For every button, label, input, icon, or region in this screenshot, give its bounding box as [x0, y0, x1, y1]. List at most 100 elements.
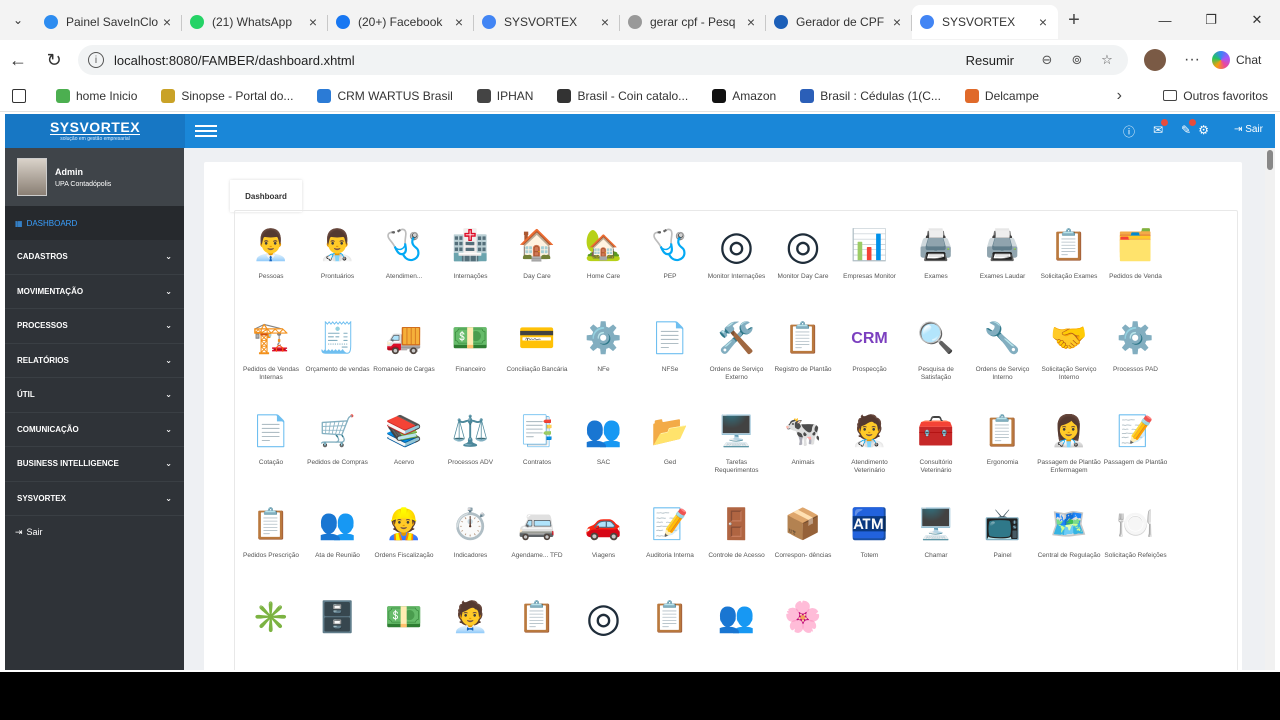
- scroll-thumb[interactable]: [1267, 150, 1273, 170]
- module-tile[interactable]: 📂 Ged: [638, 409, 702, 501]
- bookmark-item[interactable]: IPHAN: [476, 88, 533, 103]
- sidebar-menu-item[interactable]: MOVIMENTAÇÃO ⌄: [5, 275, 184, 309]
- module-tile[interactable]: 🗺️ Central de Regulação: [1037, 502, 1101, 594]
- tab-close-icon[interactable]: ×: [744, 14, 758, 30]
- top-logout-button[interactable]: ⇥ Sair: [1234, 124, 1263, 135]
- sidebar-menu-item[interactable]: ÚTIL ⌄: [5, 378, 184, 413]
- restore-button[interactable]: ❐: [1188, 0, 1234, 40]
- help-icon[interactable]: ⓘ: [1123, 123, 1135, 140]
- bookmark-item[interactable]: Amazon: [712, 88, 776, 103]
- browser-tab[interactable]: Painel SaveInClo ×: [36, 5, 182, 39]
- module-tile[interactable]: ◎: [572, 595, 636, 670]
- module-tile[interactable]: 🖥️ Tarefas Requerimentos: [705, 409, 769, 501]
- favorite-star-icon[interactable]: ☆: [1096, 52, 1118, 68]
- module-tile[interactable]: ◎ Monitor Day Care: [771, 223, 835, 315]
- module-tile[interactable]: 🚗 Viagens: [572, 502, 636, 594]
- module-tile[interactable]: 📋 Solicitação Exames: [1037, 223, 1101, 315]
- resumir-button[interactable]: Resumir: [966, 53, 1014, 68]
- module-tile[interactable]: 🏥 Internações: [439, 223, 503, 315]
- sidebar-menu-item[interactable]: CADASTROS ⌄: [5, 240, 184, 275]
- module-tile[interactable]: 👥 Ata de Reunião: [306, 502, 370, 594]
- copilot-chat-button[interactable]: Chat: [1211, 51, 1261, 69]
- browser-tab[interactable]: gerar cpf - Pesq ×: [620, 5, 766, 39]
- bookmark-item[interactable]: Brasil - Coin catalo...: [557, 88, 688, 103]
- tab-close-icon[interactable]: ×: [890, 14, 904, 30]
- tab-close-icon[interactable]: ×: [598, 14, 612, 30]
- module-tile[interactable]: 🛒 Pedidos de Compras: [306, 409, 370, 501]
- bookmarks-overflow-icon[interactable]: ›: [1117, 87, 1122, 105]
- module-tile[interactable]: 🌸: [771, 595, 835, 670]
- module-tile[interactable]: 📄 Cotação: [239, 409, 303, 501]
- module-tile[interactable]: 📋 Registro de Plantão: [771, 316, 835, 408]
- tab-close-icon[interactable]: ×: [452, 14, 466, 30]
- module-tile[interactable]: 🧑‍💼: [439, 595, 503, 670]
- module-tile[interactable]: 🤝 Solicitação Serviço Interno: [1037, 316, 1101, 408]
- module-tile[interactable]: 🩺 PEP: [638, 223, 702, 315]
- module-tile[interactable]: 📋: [505, 595, 569, 670]
- reload-button[interactable]: ↻: [36, 50, 72, 71]
- module-tile[interactable]: 🧑‍⚕️ Atendimento Veterinário: [838, 409, 902, 501]
- module-tile[interactable]: 👥: [705, 595, 769, 670]
- module-tile[interactable]: 👨‍⚕️ Prontuários: [306, 223, 370, 315]
- logo[interactable]: SYSVORTEX solução em gestão empresarial: [5, 114, 185, 148]
- module-tile[interactable]: 📚 Acervo: [372, 409, 436, 501]
- reader-icon[interactable]: ⊚: [1066, 52, 1088, 68]
- module-tile[interactable]: ⚖️ Processos ADV: [439, 409, 503, 501]
- module-tile[interactable]: ⚙️ NFe: [572, 316, 636, 408]
- module-tile[interactable]: 🏡 Home Care: [572, 223, 636, 315]
- omnibox[interactable]: i localhost:8080/FAMBER/dashboard.xhtml …: [78, 45, 1128, 75]
- module-tile[interactable]: 🚐 Agendame... TFD: [505, 502, 569, 594]
- tab-close-icon[interactable]: ×: [1036, 14, 1050, 30]
- module-tile[interactable]: 🗂️ Pedidos de Venda: [1104, 223, 1168, 315]
- module-tile[interactable]: 🚪 Controle de Acesso: [705, 502, 769, 594]
- sidebar-item-sair[interactable]: ⇥ Sair: [5, 516, 184, 548]
- bookmark-item[interactable]: Brasil : Cédulas (1(C...: [800, 88, 941, 103]
- module-tile[interactable]: 🗄️: [306, 595, 370, 670]
- browser-tab[interactable]: SYSVORTEX ×: [912, 5, 1058, 39]
- sidebar-menu-item[interactable]: RELATÓRIOS ⌄: [5, 344, 184, 378]
- module-tile[interactable]: 👩‍⚕️ Passagem de Plantão Enfermagem: [1037, 409, 1101, 501]
- module-tile[interactable]: 🩺 Atendimen...: [372, 223, 436, 315]
- module-tile[interactable]: 💵: [372, 595, 436, 670]
- module-tile[interactable]: 📋 Pedidos Prescrição: [239, 502, 303, 594]
- browser-tab[interactable]: (21) WhatsApp ×: [182, 5, 328, 39]
- module-tile[interactable]: 🔍 Pesquisa de Satisfação: [904, 316, 968, 408]
- sidebar-item-dashboard[interactable]: ▦ DASHBOARD: [5, 206, 184, 240]
- tab-close-icon[interactable]: ×: [160, 14, 174, 30]
- module-tile[interactable]: ◎ Monitor Internações: [705, 223, 769, 315]
- new-tab-button[interactable]: +: [1058, 9, 1090, 32]
- module-tile[interactable]: 🖨️ Exames Laudar: [971, 223, 1035, 315]
- module-tile[interactable]: 🍽️ Solicitação Refeições: [1104, 502, 1168, 594]
- back-button[interactable]: ←: [0, 50, 36, 71]
- settings-icon[interactable]: ⚙: [1198, 123, 1209, 137]
- module-tile[interactable]: 📝 Passagem de Plantão: [1104, 409, 1168, 501]
- module-tile[interactable]: 📊 Empresas Monitor: [838, 223, 902, 315]
- module-tile[interactable]: 👨‍💼 Pessoas: [239, 223, 303, 315]
- url-text[interactable]: localhost:8080/FAMBER/dashboard.xhtml: [114, 53, 966, 68]
- sidebar-menu-item[interactable]: COMUNICAÇÃO ⌄: [5, 413, 184, 447]
- module-tile[interactable]: 📋: [638, 595, 702, 670]
- browser-tab[interactable]: Gerador de CPF ×: [766, 5, 912, 39]
- notification-icon[interactable]: ✎: [1181, 119, 1196, 137]
- zoom-icon[interactable]: ⊖: [1036, 52, 1058, 68]
- module-tile[interactable]: 🚚 Romaneio de Cargas: [372, 316, 436, 408]
- browser-tab[interactable]: (20+) Facebook ×: [328, 5, 474, 39]
- site-info-icon[interactable]: i: [88, 52, 104, 68]
- tab-close-icon[interactable]: ×: [306, 14, 320, 30]
- module-tile[interactable]: 👥 SAC: [572, 409, 636, 501]
- module-tile[interactable]: 🔧 Ordens de Serviço Interno: [971, 316, 1035, 408]
- module-tile[interactable]: 📄 NFSe: [638, 316, 702, 408]
- module-tile[interactable]: 🛠️ Ordens de Serviço Externo: [705, 316, 769, 408]
- module-tile[interactable]: 👷 Ordens Fiscalização: [372, 502, 436, 594]
- bookmark-item[interactable]: CRM WARTUS Brasil: [317, 88, 453, 103]
- module-tile[interactable]: 💵 Financeiro: [439, 316, 503, 408]
- module-tile[interactable]: 📝 Auditoria Interna: [638, 502, 702, 594]
- module-tile[interactable]: 📑 Contratos: [505, 409, 569, 501]
- module-tile[interactable]: 🏧 Totem: [838, 502, 902, 594]
- module-tile[interactable]: 🧰 Consultório Veterinário: [904, 409, 968, 501]
- module-tile[interactable]: 🖥️ Chamar: [904, 502, 968, 594]
- module-tile[interactable]: ⏱️ Indicadores: [439, 502, 503, 594]
- browser-tab[interactable]: SYSVORTEX ×: [474, 5, 620, 39]
- module-tile[interactable]: 💳 Conciliação Bancária: [505, 316, 569, 408]
- hamburger-menu-icon[interactable]: [195, 122, 217, 140]
